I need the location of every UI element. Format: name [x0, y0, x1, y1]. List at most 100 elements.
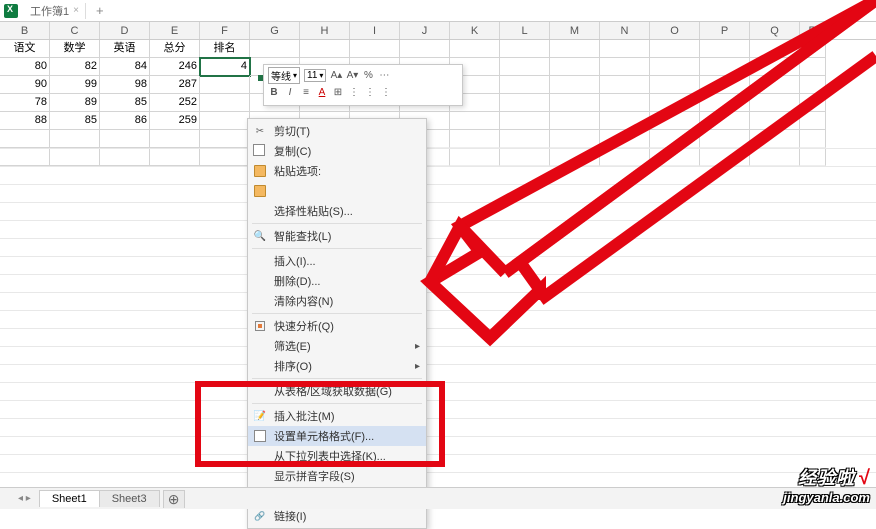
- cell[interactable]: [650, 58, 700, 76]
- increase-font-icon[interactable]: A▴: [330, 70, 342, 82]
- col-header[interactable]: R: [800, 22, 826, 39]
- new-tab-button[interactable]: +: [92, 3, 108, 18]
- cell[interactable]: 90: [0, 76, 50, 94]
- cell[interactable]: [550, 112, 600, 130]
- bold-icon[interactable]: B: [268, 86, 280, 98]
- more-icon[interactable]: ⋯: [378, 70, 390, 82]
- cell[interactable]: [500, 94, 550, 112]
- cell[interactable]: [200, 112, 250, 130]
- col-header[interactable]: P: [700, 22, 750, 39]
- format-icon-2[interactable]: ⋮: [364, 86, 376, 98]
- align-icon[interactable]: ≡: [300, 86, 312, 98]
- header-cell[interactable]: 数学: [50, 40, 100, 58]
- font-color-icon[interactable]: A: [316, 86, 328, 98]
- cell[interactable]: [600, 94, 650, 112]
- cell[interactable]: [700, 94, 750, 112]
- font-select[interactable]: 等线▾: [268, 67, 300, 84]
- cell[interactable]: 99: [50, 76, 100, 94]
- menu-item[interactable]: 插入批注(M): [248, 406, 426, 426]
- menu-item[interactable]: 链接(I): [248, 506, 426, 526]
- menu-item[interactable]: 快速分析(Q): [248, 316, 426, 336]
- cell[interactable]: 86: [100, 112, 150, 130]
- menu-item[interactable]: 粘贴选项:: [248, 161, 426, 181]
- cell[interactable]: [200, 94, 250, 112]
- col-header[interactable]: I: [350, 22, 400, 39]
- cell[interactable]: [600, 76, 650, 94]
- cell[interactable]: [800, 94, 826, 112]
- cell[interactable]: 252: [150, 94, 200, 112]
- menu-item[interactable]: [248, 181, 426, 201]
- menu-item[interactable]: 剪切(T): [248, 121, 426, 141]
- file-tab[interactable]: 工作簿1 ×: [24, 3, 86, 19]
- cell[interactable]: [800, 58, 826, 76]
- sheet-nav-icon[interactable]: ◂ ▸: [18, 493, 31, 504]
- cell[interactable]: [650, 112, 700, 130]
- menu-item[interactable]: 显示拼音字段(S): [248, 466, 426, 486]
- menu-item[interactable]: 选择性粘贴(S)...: [248, 201, 426, 221]
- cell[interactable]: [700, 112, 750, 130]
- cell[interactable]: 4: [200, 58, 250, 76]
- cell[interactable]: 89: [50, 94, 100, 112]
- col-header[interactable]: L: [500, 22, 550, 39]
- cell[interactable]: [650, 76, 700, 94]
- menu-item[interactable]: 筛选(E)▸: [248, 336, 426, 356]
- format-icon[interactable]: ⋮: [348, 86, 360, 98]
- menu-item[interactable]: 清除内容(N): [248, 291, 426, 311]
- menu-item[interactable]: 智能查找(L): [248, 226, 426, 246]
- col-header[interactable]: G: [250, 22, 300, 39]
- cell[interactable]: 287: [150, 76, 200, 94]
- cell[interactable]: [750, 76, 800, 94]
- col-header[interactable]: K: [450, 22, 500, 39]
- add-sheet-button[interactable]: ⊕: [163, 490, 185, 508]
- cell[interactable]: [550, 76, 600, 94]
- header-cell[interactable]: 总分: [150, 40, 200, 58]
- col-header[interactable]: B: [0, 22, 50, 39]
- cell[interactable]: [650, 94, 700, 112]
- cell[interactable]: 88: [0, 112, 50, 130]
- cell[interactable]: 246: [150, 58, 200, 76]
- sheet-tab-other[interactable]: Sheet3: [99, 490, 160, 507]
- format-icon-3[interactable]: ⋮: [380, 86, 392, 98]
- col-header[interactable]: O: [650, 22, 700, 39]
- cell[interactable]: [750, 58, 800, 76]
- cell[interactable]: 259: [150, 112, 200, 130]
- header-cell[interactable]: 排名: [200, 40, 250, 58]
- col-header[interactable]: H: [300, 22, 350, 39]
- cell[interactable]: [750, 94, 800, 112]
- cell[interactable]: [500, 76, 550, 94]
- cell[interactable]: [800, 112, 826, 130]
- col-header[interactable]: C: [50, 22, 100, 39]
- percent-icon[interactable]: %: [362, 70, 374, 82]
- header-cell[interactable]: 语文: [0, 40, 50, 58]
- cell[interactable]: 78: [0, 94, 50, 112]
- cell[interactable]: [800, 76, 826, 94]
- col-header[interactable]: Q: [750, 22, 800, 39]
- cell[interactable]: [500, 58, 550, 76]
- col-header[interactable]: J: [400, 22, 450, 39]
- cell[interactable]: [550, 58, 600, 76]
- menu-item[interactable]: 复制(C): [248, 141, 426, 161]
- col-header[interactable]: M: [550, 22, 600, 39]
- empty-grid[interactable]: [0, 148, 876, 486]
- menu-item[interactable]: 排序(O)▸: [248, 356, 426, 376]
- cell[interactable]: [600, 58, 650, 76]
- menu-item[interactable]: 设置单元格格式(F)...: [248, 426, 426, 446]
- cell[interactable]: [500, 112, 550, 130]
- col-header[interactable]: N: [600, 22, 650, 39]
- sheet-tab-active[interactable]: Sheet1: [39, 490, 100, 507]
- cell[interactable]: [200, 76, 250, 94]
- menu-item[interactable]: 从下拉列表中选择(K)...: [248, 446, 426, 466]
- menu-item[interactable]: 删除(D)...: [248, 271, 426, 291]
- close-icon[interactable]: ×: [73, 5, 79, 16]
- border-icon[interactable]: ⊞: [332, 86, 344, 98]
- col-header[interactable]: D: [100, 22, 150, 39]
- cell[interactable]: [700, 76, 750, 94]
- decrease-font-icon[interactable]: A▾: [346, 70, 358, 82]
- cell[interactable]: [700, 58, 750, 76]
- cell[interactable]: [550, 94, 600, 112]
- column-headers[interactable]: BCDEFGHIJKLMNOPQR: [0, 22, 876, 40]
- cell[interactable]: 80: [0, 58, 50, 76]
- cell[interactable]: [750, 112, 800, 130]
- col-header[interactable]: E: [150, 22, 200, 39]
- menu-item[interactable]: 插入(I)...: [248, 251, 426, 271]
